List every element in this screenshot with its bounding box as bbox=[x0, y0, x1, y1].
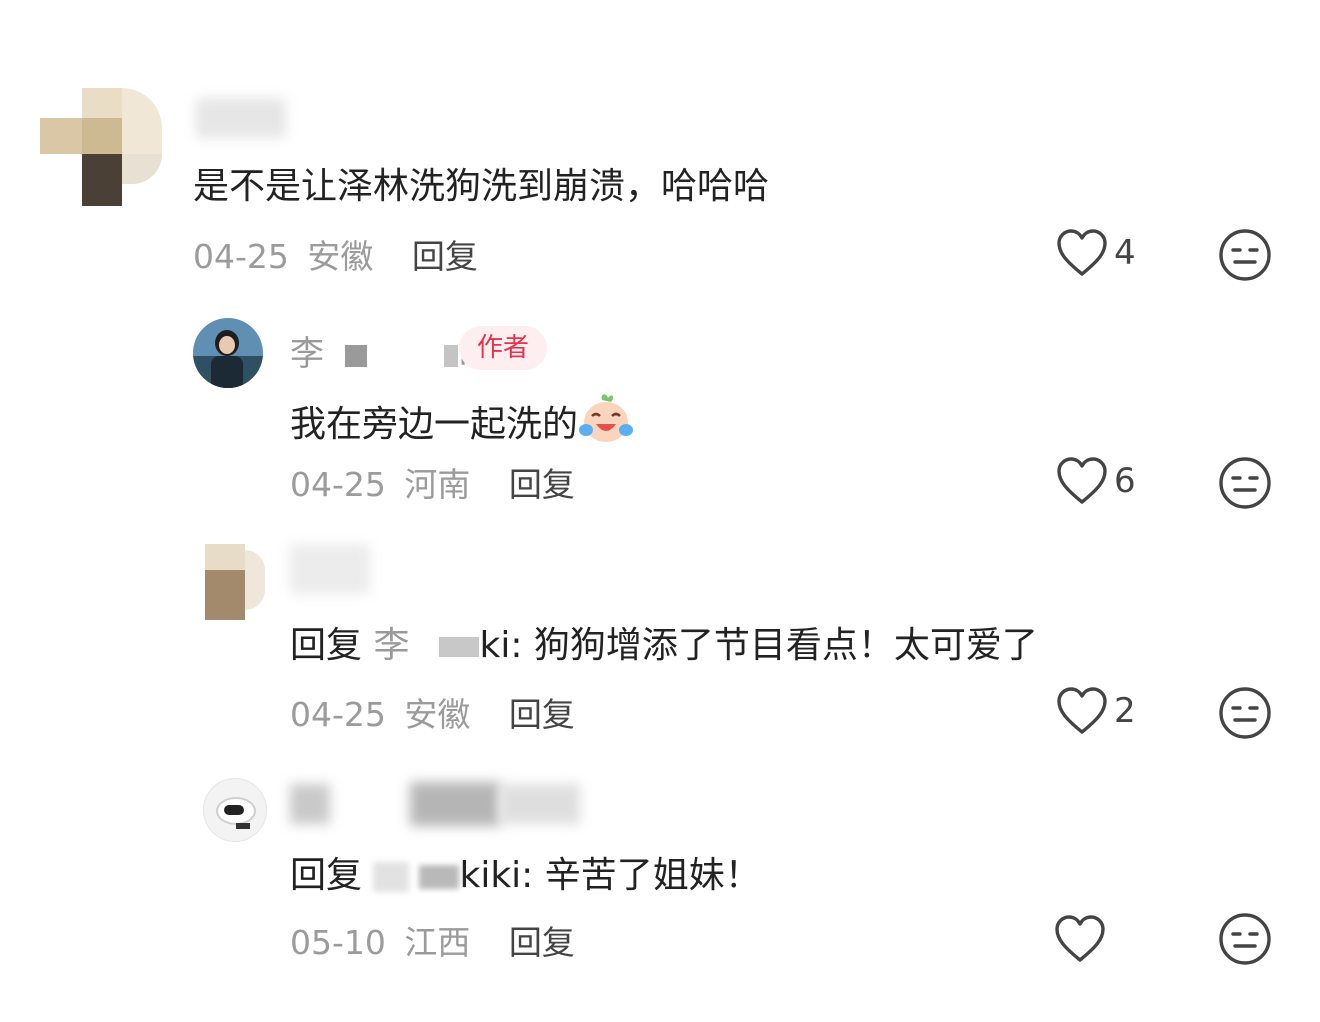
comment-item: 是不是让泽林洗狗洗到崩溃，哈哈哈 04-25 安徽 回复 4 bbox=[0, 0, 1320, 290]
comment-meta: 04-25 安徽 回复 bbox=[193, 230, 478, 278]
username-redacted bbox=[409, 637, 439, 657]
like-count: 6 bbox=[1114, 461, 1136, 501]
username-redacted bbox=[344, 344, 367, 367]
comment-location: 河南 bbox=[404, 465, 471, 504]
comment-meta: 04-25 安徽 回复 bbox=[290, 688, 575, 736]
dislike-button[interactable] bbox=[1218, 228, 1272, 286]
reply-item: 回复 kiki: 辛苦了姐妹！ 05-10 江西 回复 bbox=[0, 760, 1320, 1000]
like-button[interactable]: 6 bbox=[1056, 456, 1136, 506]
reply-to-user[interactable]: 李 ki: bbox=[373, 625, 533, 666]
meh-face-icon bbox=[1219, 457, 1271, 509]
dislike-button[interactable] bbox=[1218, 912, 1272, 970]
author-badge: 作者 bbox=[459, 326, 548, 370]
comment-date: 04-25 bbox=[193, 237, 289, 276]
username-redacted[interactable] bbox=[290, 784, 330, 824]
comment-location: 安徽 bbox=[307, 237, 374, 276]
username-redacted bbox=[373, 862, 410, 892]
reply-to-user[interactable]: kiki: bbox=[373, 855, 544, 896]
reply-button[interactable]: 回复 bbox=[509, 695, 575, 734]
username-prefix: 李 bbox=[290, 334, 324, 374]
user-avatar[interactable] bbox=[40, 88, 162, 206]
heart-outline-icon bbox=[1057, 229, 1107, 276]
meh-face-icon bbox=[1219, 229, 1271, 281]
like-count: 2 bbox=[1114, 691, 1136, 731]
reply-text: 狗狗增添了节目看点！太可爱了 bbox=[533, 625, 1038, 666]
comment-meta: 05-10 江西 回复 bbox=[290, 916, 575, 964]
like-count: 4 bbox=[1114, 233, 1136, 273]
comment-location: 江西 bbox=[404, 923, 471, 962]
comment-date: 05-10 bbox=[290, 923, 386, 962]
comment-meta: 04-25 河南 回复 bbox=[290, 458, 575, 506]
username-redacted bbox=[500, 784, 580, 824]
comment-location: 安徽 bbox=[404, 695, 471, 734]
reply-prefix: 回复 bbox=[290, 625, 363, 666]
dislike-button[interactable] bbox=[1218, 456, 1272, 514]
reply-button[interactable]: 回复 bbox=[412, 237, 478, 276]
laughing-crying-emoji bbox=[579, 394, 634, 442]
user-avatar[interactable] bbox=[193, 318, 263, 388]
user-avatar[interactable] bbox=[203, 778, 267, 842]
meh-face-icon bbox=[1219, 913, 1271, 965]
dislike-button[interactable] bbox=[1218, 686, 1272, 744]
username-redacted bbox=[444, 344, 459, 367]
meh-face-icon bbox=[1219, 687, 1271, 739]
comment-date: 04-25 bbox=[290, 465, 386, 504]
reply-button[interactable]: 回复 bbox=[509, 465, 575, 504]
username-redacted bbox=[410, 782, 500, 826]
username-redacted bbox=[439, 637, 480, 657]
username[interactable]: 李 ki bbox=[290, 326, 488, 375]
user-avatar[interactable] bbox=[205, 544, 265, 620]
username-redacted[interactable] bbox=[196, 98, 286, 138]
reply-prefix: 回复 bbox=[290, 855, 363, 896]
heart-outline-icon bbox=[1055, 915, 1105, 962]
reply-item: 回复 李 ki: 狗狗增添了节目看点！太可爱了 04-25 安徽 回复 2 bbox=[0, 530, 1320, 750]
like-button[interactable] bbox=[1054, 914, 1112, 964]
heart-outline-icon bbox=[1057, 457, 1107, 504]
comment-date: 04-25 bbox=[290, 695, 386, 734]
username-redacted[interactable] bbox=[290, 544, 370, 594]
reply-button[interactable]: 回复 bbox=[509, 923, 575, 962]
comment-text: 回复 李 ki: 狗狗增添了节目看点！太可爱了 bbox=[290, 622, 1038, 670]
heart-outline-icon bbox=[1057, 687, 1107, 734]
username-redacted bbox=[419, 865, 460, 889]
reply-item: 李 ki 作者 我在旁边一起洗的 04-25 河南 回复 6 bbox=[0, 300, 1320, 520]
reply-text: 辛苦了姐妹！ bbox=[544, 855, 761, 896]
comment-text: 是不是让泽林洗狗洗到崩溃，哈哈哈 bbox=[193, 166, 770, 207]
comment-text: 回复 kiki: 辛苦了姐妹！ bbox=[290, 852, 761, 900]
username-redacted bbox=[388, 345, 434, 367]
comment-text: 我在旁边一起洗的 bbox=[290, 392, 634, 449]
like-button[interactable]: 2 bbox=[1056, 686, 1136, 736]
like-button[interactable]: 4 bbox=[1056, 228, 1136, 278]
